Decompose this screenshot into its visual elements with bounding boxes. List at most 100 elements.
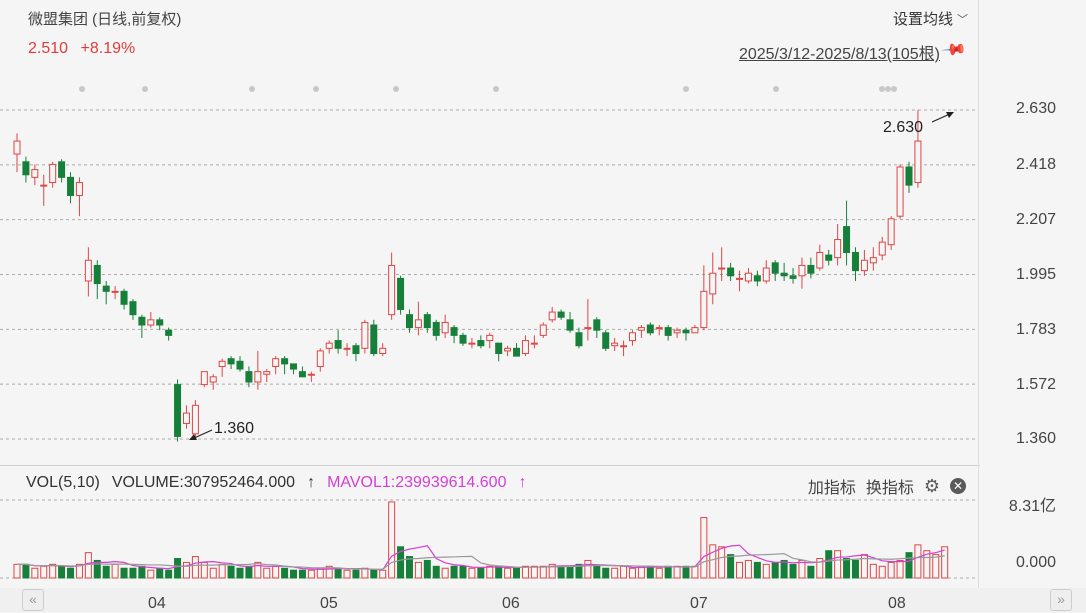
- candlestick-chart[interactable]: 2.630 1.360: [0, 0, 980, 466]
- candle-body[interactable]: [495, 342, 503, 355]
- volume-bar[interactable]: [905, 552, 913, 579]
- volume-bar[interactable]: [628, 567, 636, 579]
- candle-body[interactable]: [736, 277, 744, 280]
- candle-body[interactable]: [200, 371, 208, 386]
- volume-bar[interactable]: [191, 556, 199, 579]
- candle-body[interactable]: [548, 311, 556, 321]
- volume-bar[interactable]: [789, 563, 797, 579]
- volume-bar[interactable]: [851, 559, 859, 579]
- candle-body[interactable]: [655, 327, 663, 330]
- candle-body[interactable]: [593, 319, 601, 331]
- candle-body[interactable]: [352, 345, 360, 355]
- volume-bar[interactable]: [209, 567, 217, 579]
- volume-bar[interactable]: [165, 569, 173, 579]
- candle-body[interactable]: [459, 334, 467, 344]
- volume-bar[interactable]: [272, 565, 280, 579]
- volume-bar[interactable]: [281, 567, 289, 579]
- volume-bar[interactable]: [557, 565, 565, 579]
- candle-body[interactable]: [22, 161, 30, 176]
- candle-body[interactable]: [700, 290, 708, 329]
- candle-body[interactable]: [147, 319, 155, 326]
- candle-body[interactable]: [40, 184, 48, 187]
- candle-body[interactable]: [290, 363, 298, 370]
- volume-bar[interactable]: [379, 569, 387, 579]
- candle-body[interactable]: [887, 218, 895, 246]
- volume-bar[interactable]: [343, 569, 351, 579]
- candle-body[interactable]: [682, 329, 690, 334]
- volume-bar[interactable]: [352, 569, 360, 579]
- candle-body[interactable]: [709, 272, 717, 295]
- volume-bar[interactable]: [298, 569, 306, 579]
- candle-body[interactable]: [370, 324, 378, 355]
- event-marker-icon[interactable]: [493, 86, 499, 92]
- candle-body[interactable]: [174, 384, 182, 437]
- event-marker-icon[interactable]: [79, 86, 85, 92]
- volume-bar[interactable]: [807, 565, 815, 579]
- candle-body[interactable]: [611, 342, 619, 347]
- candle-body[interactable]: [379, 347, 387, 355]
- volume-bar[interactable]: [388, 501, 396, 579]
- volume-bar[interactable]: [138, 565, 146, 579]
- candle-body[interactable]: [896, 166, 904, 217]
- candle-body[interactable]: [58, 161, 66, 178]
- volume-bar[interactable]: [825, 550, 833, 579]
- volume-bar[interactable]: [593, 565, 601, 579]
- volume-bar[interactable]: [834, 550, 842, 579]
- candle-body[interactable]: [602, 332, 610, 349]
- candle-body[interactable]: [191, 404, 199, 435]
- candle-body[interactable]: [905, 166, 913, 186]
- volume-bar[interactable]: [753, 561, 761, 579]
- candle-body[interactable]: [236, 360, 244, 370]
- candle-body[interactable]: [218, 360, 226, 367]
- candle-body[interactable]: [450, 327, 458, 336]
- candle-body[interactable]: [67, 176, 75, 196]
- volume-bar[interactable]: [843, 558, 851, 579]
- volume-bar[interactable]: [513, 567, 521, 579]
- candle-body[interactable]: [281, 358, 289, 365]
- candle-body[interactable]: [486, 334, 494, 342]
- candle-body[interactable]: [423, 314, 431, 329]
- candle-body[interactable]: [31, 169, 39, 178]
- volume-bar[interactable]: [655, 567, 663, 579]
- candle-body[interactable]: [807, 264, 815, 274]
- event-marker-icon[interactable]: [249, 86, 255, 92]
- candle-body[interactable]: [834, 239, 842, 259]
- volume-bar[interactable]: [602, 567, 610, 579]
- candle-body[interactable]: [165, 329, 173, 336]
- scroll-right-button[interactable]: »: [1050, 589, 1072, 611]
- volume-bar[interactable]: [120, 567, 128, 579]
- volume-bar[interactable]: [40, 565, 48, 579]
- candle-body[interactable]: [325, 342, 333, 349]
- event-marker-icon[interactable]: [891, 86, 897, 92]
- candle-body[interactable]: [13, 140, 21, 155]
- candle-body[interactable]: [914, 140, 922, 184]
- volume-bar[interactable]: [709, 544, 717, 579]
- candle-body[interactable]: [397, 277, 405, 310]
- candle-body[interactable]: [521, 340, 529, 355]
- volume-bar[interactable]: [620, 565, 628, 579]
- volume-bar[interactable]: [22, 563, 30, 579]
- volume-bar[interactable]: [423, 559, 431, 579]
- candle-body[interactable]: [227, 358, 235, 365]
- candle-body[interactable]: [102, 285, 110, 292]
- volume-bar[interactable]: [58, 565, 66, 579]
- candle-body[interactable]: [771, 262, 779, 274]
- volume-bar[interactable]: [611, 567, 619, 579]
- candle-body[interactable]: [825, 254, 833, 261]
- candle-body[interactable]: [762, 267, 770, 282]
- volume-bar[interactable]: [459, 565, 467, 579]
- candle-body[interactable]: [405, 314, 413, 329]
- candle-body[interactable]: [727, 267, 735, 277]
- volume-bar[interactable]: [718, 546, 726, 579]
- candle-body[interactable]: [316, 350, 324, 367]
- volume-bar[interactable]: [129, 567, 137, 579]
- candle-body[interactable]: [753, 275, 761, 282]
- volume-bar[interactable]: [477, 567, 485, 579]
- volume-bar[interactable]: [13, 563, 21, 579]
- volume-bar[interactable]: [914, 544, 922, 579]
- scroll-left-button[interactable]: «: [22, 589, 44, 611]
- candle-body[interactable]: [584, 327, 592, 330]
- volume-bar[interactable]: [67, 567, 75, 579]
- volume-bar[interactable]: [673, 565, 681, 579]
- volume-bar[interactable]: [530, 565, 538, 579]
